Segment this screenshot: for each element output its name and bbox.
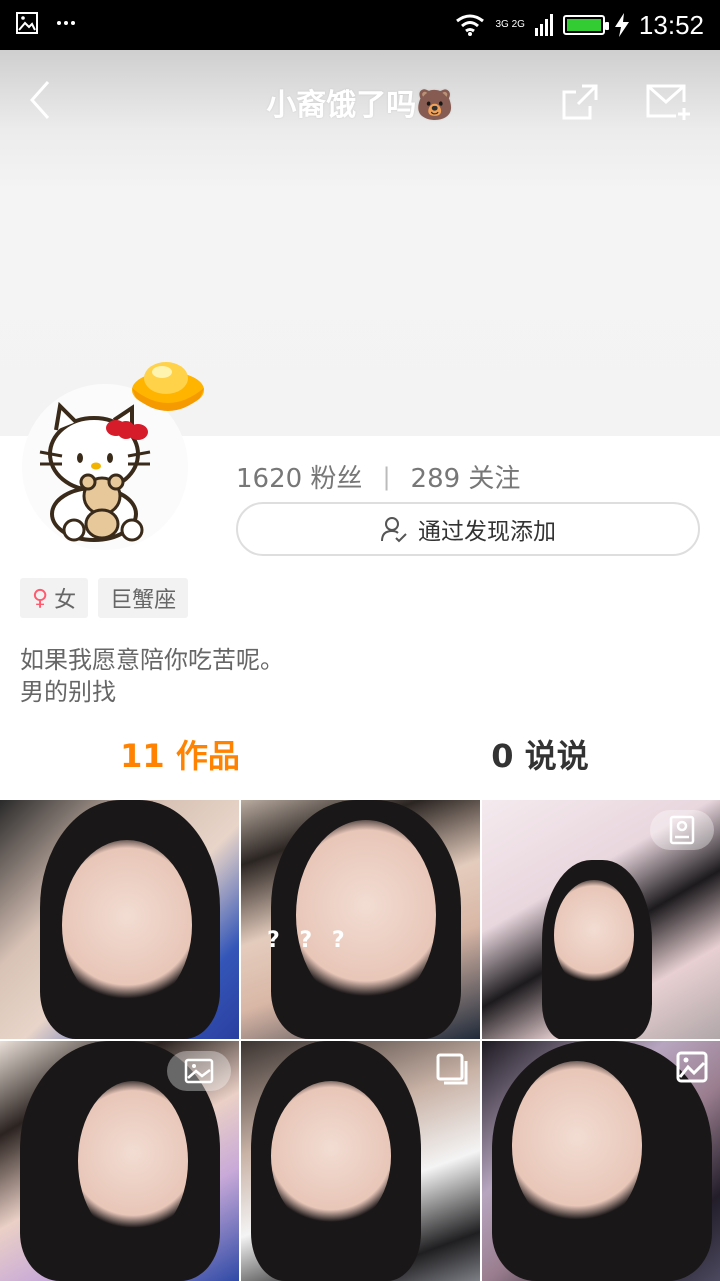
image-badge-icon — [436, 1053, 468, 1085]
image-badge-icon — [669, 815, 695, 845]
tab-works[interactable]: 11 作品 — [0, 728, 360, 784]
grid-item[interactable] — [241, 1041, 480, 1281]
profile-bio: 如果我愿意陪你吃苦呢。 男的别找 — [20, 644, 284, 708]
share-icon[interactable] — [560, 82, 600, 122]
tab-posts[interactable]: 0 说说 — [360, 728, 720, 784]
grid-item[interactable] — [0, 800, 239, 1039]
profile-tags: ♀ 女 巨蟹座 — [20, 578, 189, 618]
page-title: 小裔饿了吗🐻 — [266, 88, 454, 123]
gender-tag: ♀ 女 — [20, 578, 89, 618]
grid-item[interactable]: ? ? ? — [241, 800, 480, 1039]
nav-bar: 小裔饿了吗🐻 — [0, 50, 720, 150]
message-icon[interactable] — [646, 82, 692, 122]
network-label: 3G 2G — [495, 19, 525, 30]
status-bar: 3G 2G 13:52 — [0, 0, 720, 50]
battery-icon — [562, 15, 609, 35]
photo-content — [78, 1081, 188, 1241]
signal-icon — [534, 14, 553, 36]
works-grid: ? ? ? — [0, 800, 720, 1281]
content-tabs: 11 作品 0 说说 — [0, 728, 720, 784]
add-via-discover-label: 通过发现添加 — [418, 519, 556, 545]
image-badge — [676, 1051, 712, 1087]
photo-content — [271, 1081, 391, 1231]
battery-fill — [566, 19, 602, 31]
back-icon[interactable] — [22, 78, 62, 122]
image-badge — [434, 1051, 470, 1087]
add-via-discover-button[interactable]: 通过发现添加 — [236, 502, 700, 556]
grid-item[interactable] — [0, 1041, 239, 1281]
image-badge-icon — [184, 1058, 214, 1084]
stats-divider: | — [382, 462, 391, 491]
grid-item[interactable] — [482, 1041, 720, 1281]
following-count[interactable]: 289 关注 — [411, 458, 521, 495]
zodiac-label: 巨蟹座 — [110, 588, 177, 613]
bio-line: 男的别找 — [20, 678, 116, 706]
female-icon: ♀ — [32, 585, 49, 611]
gold-ingot-icon — [132, 362, 204, 411]
photo-content — [554, 880, 634, 990]
profile-stats: 1620 粉丝 | 289 关注 — [236, 458, 520, 495]
add-friend-icon — [381, 517, 407, 543]
clock: 13:52 — [638, 9, 704, 40]
more-icon — [57, 21, 75, 25]
photo-content — [512, 1061, 642, 1231]
bio-line: 如果我愿意陪你吃苦呢。 — [20, 646, 284, 674]
charging-icon — [614, 13, 629, 37]
photo-content — [296, 820, 436, 1010]
fans-count[interactable]: 1620 粉丝 — [236, 458, 362, 495]
photo-content — [62, 840, 192, 1010]
photo-caption: ? ? ? — [267, 928, 351, 953]
wifi-icon — [456, 14, 485, 36]
image-badge-icon — [676, 1051, 708, 1083]
image-badge — [650, 810, 714, 850]
gallery-icon — [16, 12, 38, 34]
zodiac-tag: 巨蟹座 — [98, 578, 189, 618]
gender-label: 女 — [54, 588, 77, 613]
grid-item[interactable] — [482, 800, 720, 1039]
image-badge — [167, 1051, 231, 1091]
